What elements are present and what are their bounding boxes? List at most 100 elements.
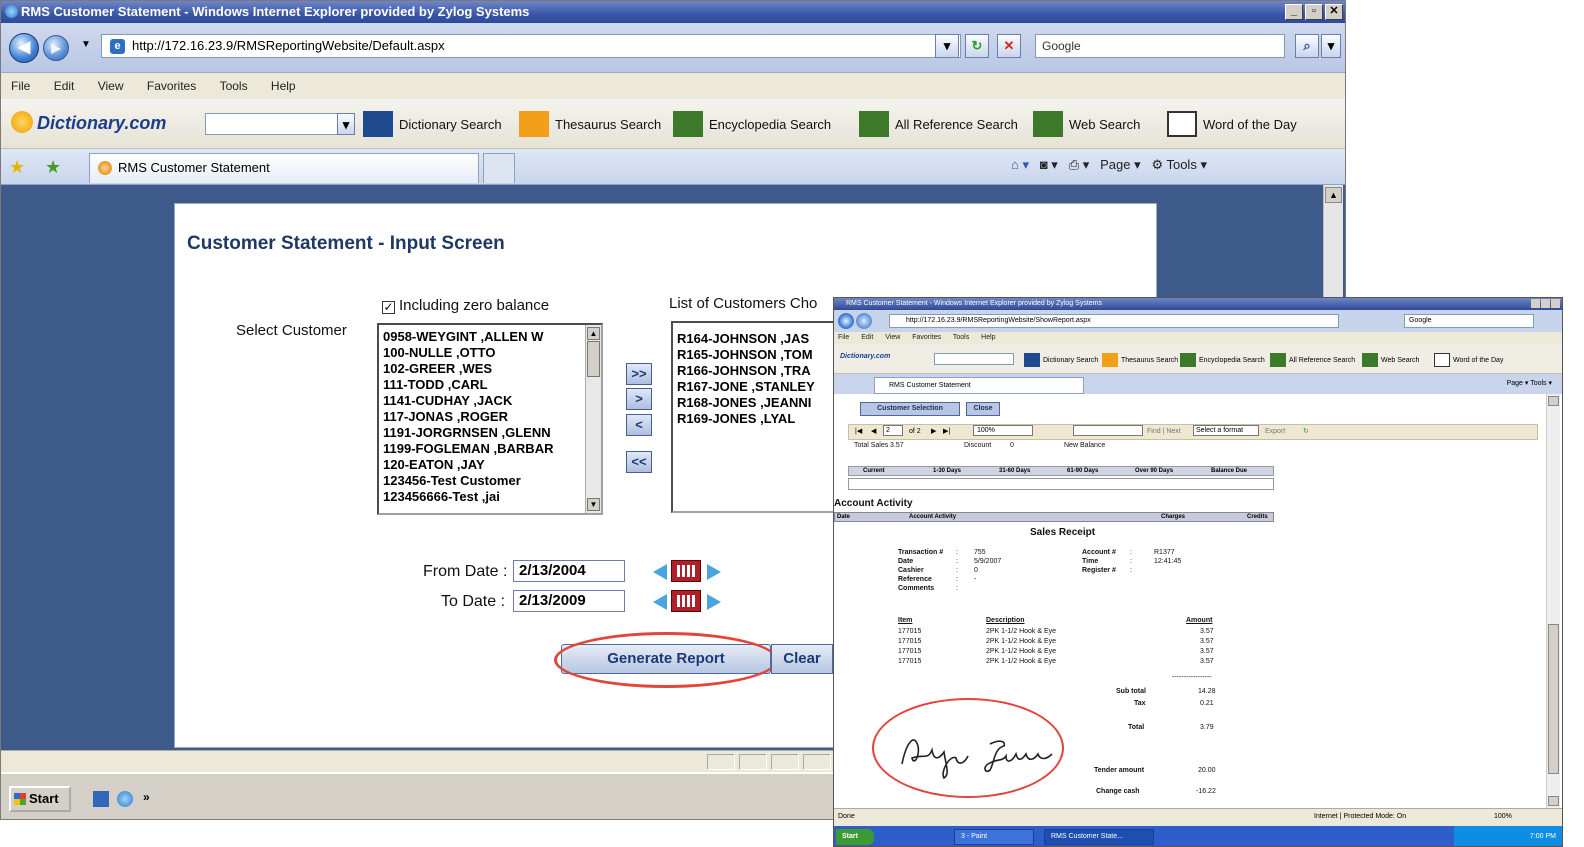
menu-view[interactable]: View [885,334,900,341]
listbox-scrollbar[interactable]: ▲ ▼ [585,325,601,513]
to-calendar-icon[interactable] [653,590,721,612]
close-button[interactable]: ✕ [1325,4,1343,20]
menu-edit[interactable]: Edit [861,334,873,341]
more-icon[interactable]: » [143,790,150,804]
taskbar-item-paint[interactable]: 3 - Paint [954,829,1034,845]
list-item[interactable]: R168-JONES ,JEANNI [673,395,833,411]
page-number-input[interactable]: 2 [883,425,903,436]
customer-listbox[interactable]: 0958-WEYGINT ,ALLEN W 100-NULLE ,OTTO 10… [377,323,603,515]
dictionary-search-input[interactable] [934,353,1014,365]
desktop-icon[interactable] [93,791,109,807]
stop-icon[interactable]: ✕ [997,34,1021,58]
tab-rms-customer-statement[interactable]: RMS Customer Statement [89,153,479,183]
list-item[interactable]: R166-JOHNSON ,TRA [673,363,833,379]
menu-tools[interactable]: Tools [210,73,258,93]
zoom-level[interactable]: 100% [1494,809,1512,825]
menu-help[interactable]: Help [981,334,995,341]
list-item[interactable]: 102-GREER ,WES [379,361,601,377]
add-favorite-icon[interactable]: ★ [45,157,61,178]
back-button[interactable]: ◀ [9,33,39,63]
menu-file[interactable]: File [838,334,849,341]
list-item[interactable]: R164-JOHNSON ,JAS [673,331,833,347]
scroll-up-icon[interactable]: ▲ [1325,187,1342,203]
address-dropdown-button[interactable]: ▾ [935,34,959,58]
list-item[interactable]: 123456-Test Customer [379,473,601,489]
search-icon[interactable]: ⌕ [1295,34,1319,58]
close-report-button[interactable]: Close [966,402,1000,416]
menu-favorites[interactable]: Favorites [137,73,206,93]
list-item[interactable]: 120-EATON ,JAY [379,457,601,473]
forward-button[interactable] [856,313,872,329]
export-format-select[interactable]: Select a format [1193,425,1259,436]
feeds-icon[interactable]: ◙ ▾ [1040,157,1058,172]
move-left-button[interactable]: < [626,414,652,436]
address-input[interactable]: e http://172.16.23.9/RMSReportingWebsite… [101,34,961,58]
list-item[interactable]: R167-JONE ,STANLEY [673,379,833,395]
maximize-button[interactable]: ▫ [1305,4,1323,20]
dictionary-logo[interactable]: Dictionary.com [840,353,890,360]
report-scrollbar[interactable] [1546,394,1560,808]
word-of-the-day-button[interactable]: Word of the Day [1167,111,1297,137]
last-page-icon[interactable]: ▶| [943,425,950,439]
history-dropdown-icon[interactable]: ▼ [81,39,91,50]
from-calendar-icon[interactable] [653,560,721,582]
window-controls[interactable] [1531,299,1561,308]
thesaurus-search-button[interactable]: Thesaurus Search [1102,353,1178,367]
menu-favorites[interactable]: Favorites [912,334,941,341]
taskbar-item-report[interactable]: RMS Customer State... [1044,829,1154,845]
web-search-button[interactable]: Web Search [1362,353,1419,367]
scroll-thumb[interactable] [587,341,600,377]
back-button[interactable] [838,313,854,329]
tab-rms-customer-statement[interactable]: RMS Customer Statement [874,377,1084,394]
list-item[interactable]: 100-NULLE ,OTTO [379,345,601,361]
dictionary-logo[interactable]: Dictionary.com [11,109,191,137]
export-link[interactable]: Export [1265,425,1285,439]
report-search-input[interactable]: Google [1404,314,1534,328]
list-item[interactable]: 1199-FOGLEMAN ,BARBAR [379,441,601,457]
tools-menu[interactable]: ⚙ Tools ▾ [1151,157,1207,172]
next-page-icon[interactable]: ▶ [931,425,936,439]
scroll-up-icon[interactable]: ▲ [587,327,600,340]
menu-help[interactable]: Help [261,73,306,93]
menu-tools[interactable]: Tools [953,334,969,341]
list-item[interactable]: 123456666-Test ,jai [379,489,601,505]
from-date-input[interactable]: 2/13/2004 [513,560,625,582]
to-date-input[interactable]: 2/13/2009 [513,590,625,612]
find-input[interactable] [1073,425,1143,436]
forward-button[interactable]: ▶ [43,35,69,61]
customer-selection-button[interactable]: Customer Selection [860,402,960,416]
start-button[interactable]: Start [836,829,874,845]
ie-quicklaunch-icon[interactable] [117,791,133,807]
encyclopedia-search-button[interactable]: Encyclopedia Search [673,111,831,137]
find-next-link[interactable]: Find | Next [1147,425,1181,439]
dictionary-search-button[interactable]: Dictionary Search [1024,353,1098,367]
web-search-button[interactable]: Web Search [1033,111,1140,137]
menu-file[interactable]: File [1,73,40,93]
scroll-thumb[interactable] [1548,624,1559,774]
menu-view[interactable]: View [88,73,134,93]
previous-page-icon[interactable]: ◀ [871,425,876,439]
thesaurus-search-button[interactable]: Thesaurus Search [519,111,661,137]
list-item[interactable]: R169-JONES ,LYAL [673,411,833,427]
first-page-icon[interactable]: |◀ [855,425,862,439]
word-of-the-day-button[interactable]: Word of the Day [1434,353,1503,367]
all-reference-search-button[interactable]: All Reference Search [859,111,1018,137]
minimize-button[interactable]: _ [1285,4,1303,20]
zero-balance-checkbox[interactable]: ✓ [382,301,395,314]
scroll-up-icon[interactable] [1548,396,1559,406]
move-all-left-button[interactable]: << [626,451,652,473]
menu-edit[interactable]: Edit [44,73,85,93]
list-item[interactable]: 111-TODD ,CARL [379,377,601,393]
refresh-icon[interactable]: ↻ [965,34,989,58]
refresh-icon[interactable]: ↻ [1303,425,1309,439]
move-right-button[interactable]: > [626,388,652,410]
list-item[interactable]: R165-JOHNSON ,TOM [673,347,833,363]
zoom-select[interactable]: 100% [973,425,1033,436]
dictionary-search-input[interactable] [205,113,355,135]
zero-balance-option[interactable]: ✓ Including zero balance [382,297,549,314]
dictionary-search-button[interactable]: Dictionary Search [363,111,502,137]
scroll-down-icon[interactable] [1548,796,1559,806]
new-tab-button[interactable] [483,153,515,183]
list-item[interactable]: 1191-JORGRNSEN ,GLENN [379,425,601,441]
all-reference-search-button[interactable]: All Reference Search [1270,353,1355,367]
